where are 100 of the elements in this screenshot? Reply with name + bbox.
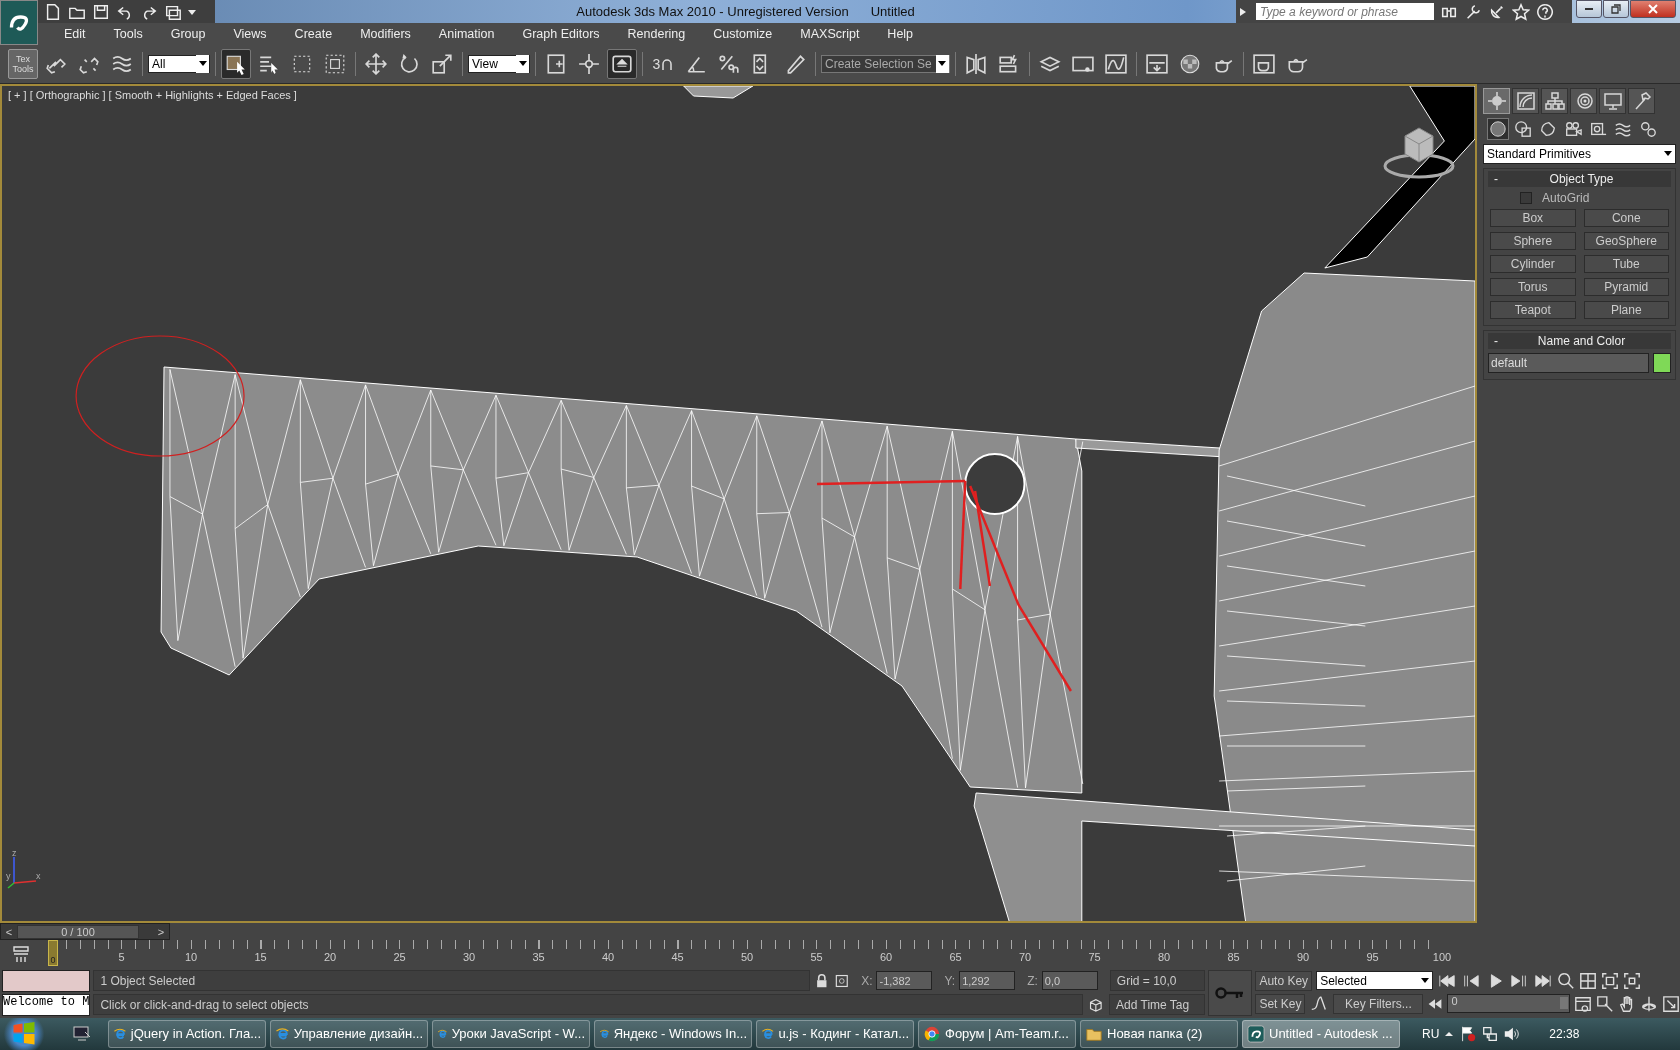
tex-tools-button[interactable]: Tex Tools	[8, 48, 38, 79]
arc-tab[interactable]	[1512, 87, 1539, 114]
upload-tool[interactable]	[607, 48, 637, 79]
category-dropdown[interactable]: Standard Primitives	[1483, 143, 1676, 164]
object-type-button[interactable]: Box	[1490, 208, 1576, 227]
network-icon[interactable]	[1481, 1025, 1500, 1043]
help-icon[interactable]	[1536, 2, 1554, 21]
taskbar-button[interactable]: Уроки JavaScript - W...	[432, 1020, 590, 1048]
taskbar-button[interactable]: Форум | Am-Team.r...	[918, 1020, 1076, 1048]
scale-icon	[431, 52, 453, 75]
trackbar-toggle-icon[interactable]	[10, 944, 32, 965]
x-coordinate-field[interactable]: -1,382	[876, 971, 933, 991]
menu-item[interactable]: Rendering	[613, 27, 700, 41]
snap-toggle[interactable]: 3	[648, 48, 678, 79]
toolbar-dropdown[interactable]: Create Selection Se	[821, 54, 950, 73]
rollout-header[interactable]: - Name and Color	[1488, 332, 1671, 349]
y-coordinate-field[interactable]: 1,292	[959, 971, 1016, 991]
new-file-icon[interactable]	[44, 2, 62, 21]
current-frame-marker[interactable]: 0	[48, 940, 58, 967]
speaker-icon[interactable]	[1503, 1025, 1522, 1043]
flag-icon[interactable]	[1459, 1025, 1478, 1043]
object-type-button[interactable]: GeoSphere	[1583, 231, 1669, 250]
upload-icon	[611, 52, 633, 75]
taskbar-button[interactable]: jQuery in Action. Гла...	[108, 1020, 266, 1048]
shapes-icon	[1514, 119, 1532, 138]
star-icon[interactable]	[1512, 2, 1530, 21]
selection-status: 1 Object Selected	[93, 970, 810, 992]
taskbar-button[interactable]: Untitled - Autodesk ...	[1242, 1020, 1400, 1048]
listener-input[interactable]	[2, 970, 91, 993]
menu-item[interactable]: Help	[873, 27, 928, 41]
key-filters-button[interactable]: Key Filters...	[1333, 993, 1424, 1014]
color-swatch[interactable]	[1653, 352, 1671, 373]
zoom-extents-icon[interactable]	[1601, 971, 1620, 990]
menu-item[interactable]: Group	[156, 27, 220, 41]
sun-tab[interactable]	[1483, 87, 1510, 114]
viewport-label[interactable]: [ + ] [ Orthographic ] [ Smooth + Highlights + Edged Faces ]	[8, 88, 297, 101]
object-name-field[interactable]: default	[1488, 352, 1649, 373]
restore-button[interactable]	[1603, 0, 1629, 18]
clock[interactable]: 22:38	[1549, 1027, 1580, 1041]
wrench-icon[interactable]	[1464, 2, 1482, 21]
taskbar-button[interactable]: Управление дизайн...	[270, 1020, 428, 1048]
current-frame-field[interactable]: 0	[1447, 994, 1571, 1014]
menu-item[interactable]: MAXScript	[786, 27, 874, 41]
menu-item[interactable]: Views	[219, 27, 281, 41]
toolbar-dropdown[interactable]: All	[148, 54, 210, 73]
zoom-icon[interactable]	[1557, 971, 1576, 990]
language-indicator[interactable]: RU	[1422, 1027, 1440, 1041]
object-type-button[interactable]: Cylinder	[1490, 254, 1576, 273]
set-key-button[interactable]: Set Key	[1255, 993, 1306, 1014]
toolbar-dropdown[interactable]: View	[468, 54, 530, 73]
cursor-box-tool[interactable]	[221, 48, 251, 79]
zoom-all-icon[interactable]	[1579, 971, 1598, 990]
monitor-tab[interactable]	[1599, 87, 1626, 114]
menu-item[interactable]: Edit	[50, 27, 100, 41]
menu-item[interactable]: Tools	[99, 27, 157, 41]
object-type-button[interactable]: Plane	[1583, 300, 1669, 319]
maximize-viewport-icon[interactable]	[1662, 994, 1680, 1013]
window-title: Autodesk 3ds Max 2010 - Unregistered Version	[576, 4, 849, 19]
hammer-tab[interactable]	[1628, 87, 1655, 114]
taskbar-button[interactable]: Яндекс - Windows In...	[594, 1020, 752, 1048]
rollout-header[interactable]: - Object Type	[1488, 170, 1671, 187]
checker-sphere-icon	[1178, 52, 1201, 75]
schematic-icon	[1145, 52, 1168, 75]
minimize-button[interactable]	[1576, 0, 1602, 18]
target-icon[interactable]	[833, 972, 850, 989]
menu-item[interactable]: Customize	[699, 27, 787, 41]
menu-item[interactable]: Graph Editors	[508, 27, 614, 41]
object-type-button[interactable]: Teapot	[1490, 300, 1576, 319]
menu-item[interactable]: Animation	[424, 27, 509, 41]
taskbar-button[interactable]: u.js - Кодинг - Катал...	[756, 1020, 914, 1048]
checkbox[interactable]	[1520, 191, 1532, 204]
hierarchy-tab[interactable]	[1541, 87, 1568, 114]
frame-number: 65	[949, 951, 962, 964]
taskbar-button[interactable]: Новая папка (2)	[1080, 1020, 1238, 1048]
orbit-icon[interactable]	[1640, 994, 1659, 1013]
object-type-button[interactable]: Tube	[1583, 254, 1669, 273]
key-mode-dropdown[interactable]: Selected	[1316, 971, 1434, 991]
auto-key-button[interactable]: Auto Key	[1255, 970, 1313, 991]
time-config-icon[interactable]	[1574, 994, 1593, 1013]
menu-item[interactable]: Create	[280, 27, 347, 41]
object-type-button[interactable]: Cone	[1583, 208, 1669, 227]
object-type-button[interactable]: Sphere	[1490, 231, 1576, 250]
circles-tab[interactable]	[1570, 87, 1597, 114]
viewport[interactable]: [ + ] [ Orthographic ] [ Smooth + Highlights + Edged Faces ] z y x	[0, 83, 1477, 923]
add-time-tag-button[interactable]: Add Time Tag	[1109, 994, 1206, 1016]
zoom-region-icon[interactable]	[1596, 994, 1615, 1013]
object-type-button[interactable]: Pyramid	[1583, 277, 1669, 296]
key-icon	[1215, 986, 1246, 1001]
menu-item[interactable]: Modifiers	[346, 27, 425, 41]
close-button[interactable]	[1630, 0, 1676, 18]
zoom-extents-all-icon[interactable]	[1623, 971, 1642, 990]
monitor-icon[interactable]	[72, 1024, 92, 1044]
application-button[interactable]	[0, 0, 38, 45]
track-bar[interactable]: 0 5 10 15 20 25 30 35 40 45 50 55 60 65 70 75 80 85 90 95 100	[50, 940, 1456, 969]
listener-output[interactable]: Welcome to M	[2, 994, 91, 1017]
z-coordinate-field[interactable]: 0,0	[1041, 971, 1098, 991]
save-icon[interactable]	[92, 2, 110, 21]
search-field[interactable]: Type a keyword or phrase	[1256, 3, 1434, 20]
sphere-category-button[interactable]	[1487, 117, 1509, 140]
object-type-button[interactable]: Torus	[1490, 277, 1576, 296]
